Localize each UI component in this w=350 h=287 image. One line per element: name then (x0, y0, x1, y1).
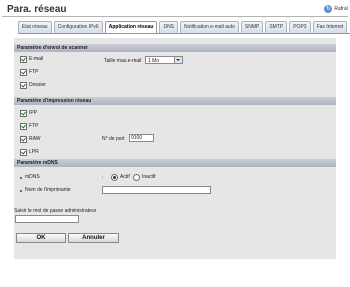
port-number-label: N° de port (102, 136, 125, 142)
tab-pop3[interactable]: POP3 (289, 21, 311, 33)
folder-checkbox[interactable] (20, 82, 27, 89)
tab-bar: Etat réseau Configuration IPv6 Applicati… (18, 21, 348, 33)
mdns-active-option[interactable]: Actif (111, 173, 130, 182)
tab-ipv6-config[interactable]: Configuration IPv6 (53, 21, 103, 33)
lpr-checkbox[interactable] (20, 149, 27, 156)
mdns-row: mDNS (14, 173, 40, 182)
ipp-checkbox[interactable] (20, 110, 27, 117)
tab-network-application[interactable]: Application réseau (104, 21, 158, 33)
max-email-size-label: Taille max.e-mail (104, 58, 142, 64)
print-ftp-checkbox[interactable] (20, 123, 27, 130)
settings-panel: Paramètre d'envoi de scanner E-mail Tail… (14, 38, 336, 259)
refresh-label: Rafraî (334, 6, 348, 12)
print-ftp-label: FTP (29, 123, 39, 129)
email-label: E-mail (29, 56, 44, 62)
chevron-down-icon (174, 57, 182, 63)
tab-smtp[interactable]: SMTP (265, 21, 288, 33)
mdns-active-radio[interactable] (111, 174, 118, 181)
printer-name-row: Nom de l'imprimante (14, 186, 71, 195)
mdns-section-heading: Paramètre mDNS (14, 159, 336, 167)
mdns-active-label: Actif (120, 174, 130, 180)
mdns-inactive-radio[interactable] (133, 174, 140, 181)
max-email-size-select[interactable]: 1 Mo (145, 56, 183, 64)
tab-divider (18, 33, 350, 34)
scanner-ftp-row: FTP (14, 68, 38, 77)
ok-button[interactable]: OK (16, 233, 66, 243)
mdns-inactive-option[interactable]: Inactif (133, 173, 155, 182)
scanner-section-heading: Paramètre d'envoi de scanner (14, 44, 336, 52)
tab-snmp[interactable]: SNMP (240, 21, 264, 33)
mdns-inactive-label: Inactif (142, 174, 156, 180)
title-divider (2, 16, 348, 17)
raw-checkbox[interactable] (20, 136, 27, 143)
bullet-icon (20, 176, 22, 179)
mdns-label: mDNS (25, 174, 40, 180)
cancel-button[interactable]: Annuler (68, 233, 119, 243)
admin-password-input[interactable] (15, 215, 79, 223)
lpr-label: LPR (29, 149, 39, 155)
printer-name-input[interactable] (102, 186, 211, 194)
folder-row: Dossier (14, 81, 46, 90)
raw-row: RAW (14, 135, 40, 144)
mdns-colon: : (102, 175, 104, 181)
scanner-ftp-checkbox[interactable] (20, 69, 27, 76)
folder-label: Dossier (29, 82, 46, 88)
raw-label: RAW (29, 136, 41, 142)
email-row: E-mail (14, 55, 43, 64)
tab-network-status[interactable]: Etat réseau (18, 21, 52, 33)
email-checkbox[interactable] (20, 56, 27, 63)
admin-password-label: Saisir le mot de passe administrateur (14, 208, 97, 214)
tab-dns[interactable]: DNS (159, 21, 179, 33)
print-section-heading: Paramètre d'impression réseau (14, 97, 336, 105)
tab-internet-fax[interactable]: Fax Internet (312, 21, 348, 33)
scanner-ftp-label: FTP (29, 69, 39, 75)
tab-auto-email-notification[interactable]: Notification e-mail auto (180, 21, 239, 33)
refresh-button[interactable]: ↻ Rafraî (324, 4, 348, 14)
max-email-size-value: 1 Mo (148, 58, 160, 64)
lpr-row: LPR (14, 148, 39, 157)
ipp-label: IPP (29, 110, 38, 116)
printer-name-label: Nom de l'imprimante (25, 187, 71, 193)
port-number-input[interactable]: 9100 (129, 134, 154, 142)
page-title: Para. réseau (7, 4, 67, 15)
print-ftp-row: FTP (14, 122, 38, 131)
refresh-icon: ↻ (324, 5, 333, 13)
bullet-icon (20, 189, 22, 192)
ipp-row: IPP (14, 109, 37, 118)
